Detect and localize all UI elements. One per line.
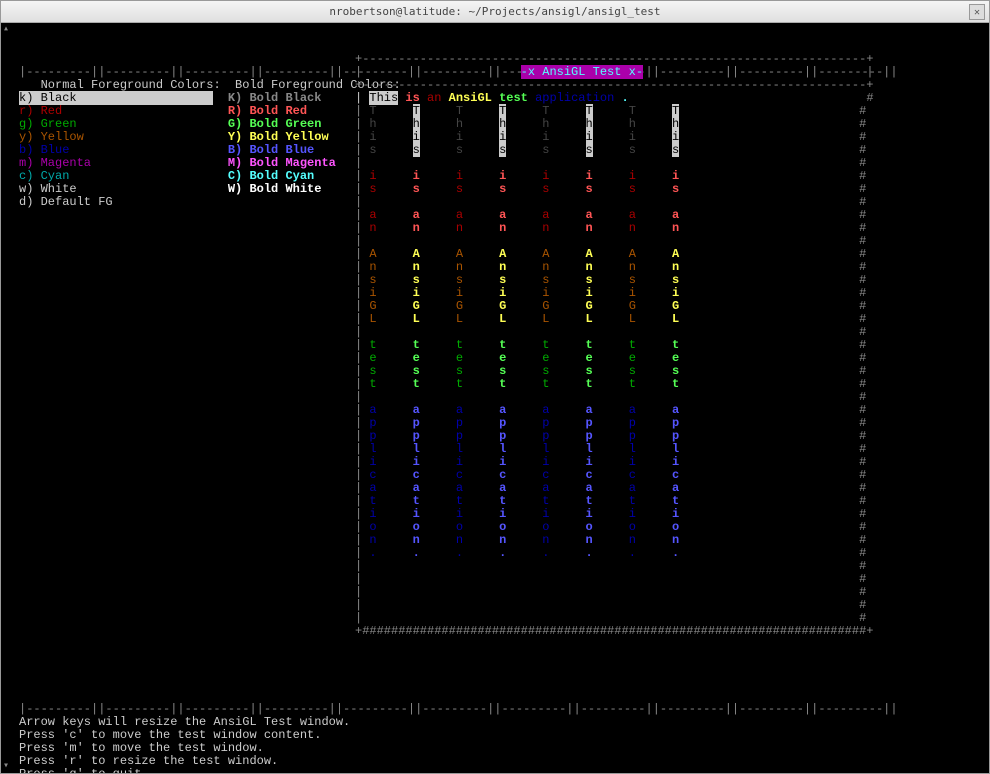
scrollbar[interactable]: ▴ ▾ <box>1 23 11 773</box>
terminal-window: nrobertson@latitude: ~/Projects/ansigl/a… <box>0 0 990 774</box>
terminal-body[interactable]: ▴ ▾ |---------||---------||---------||--… <box>1 23 989 773</box>
scroll-up-icon[interactable]: ▴ <box>1 23 11 36</box>
scroll-down-icon[interactable]: ▾ <box>1 760 11 773</box>
window-title: nrobertson@latitude: ~/Projects/ansigl/a… <box>329 5 660 18</box>
terminal-content: |---------||---------||---------||------… <box>19 66 983 773</box>
close-icon[interactable]: ✕ <box>969 4 985 20</box>
titlebar: nrobertson@latitude: ~/Projects/ansigl/a… <box>1 1 989 23</box>
